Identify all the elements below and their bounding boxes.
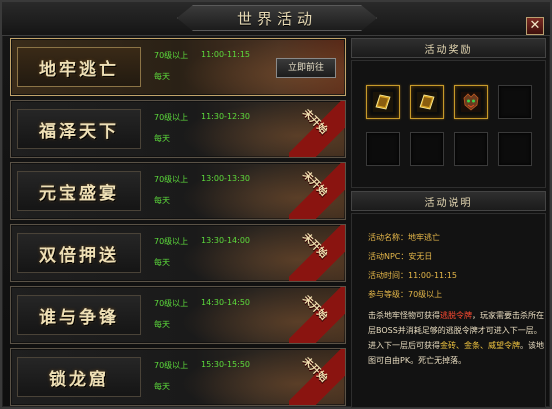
- highlighted-text: 逃脱令牌: [440, 311, 472, 320]
- description-panel: 活动名称：地牢逃亡 活动NPC：安无日 活动时间：11:00-11:15 参与等…: [351, 213, 546, 408]
- rewards-header: 活动奖励: [351, 38, 546, 58]
- reward-slot-filled[interactable]: [410, 85, 444, 119]
- reward-slot-empty: [410, 132, 444, 166]
- event-frequency: 每天: [154, 382, 170, 391]
- event-level: 70级以上: [154, 361, 189, 370]
- reward-slot-filled[interactable]: [366, 85, 400, 119]
- event-name: 福泽天下: [39, 121, 119, 142]
- event-name: 地牢逃亡: [39, 59, 119, 80]
- event-row[interactable]: 地牢逃亡 70级以上 11:00-11:15 每天 立即前往: [10, 38, 346, 96]
- info-name-line: 活动名称：地牢逃亡: [368, 232, 440, 243]
- event-level: 70级以上: [154, 175, 189, 184]
- event-name-plate: 元宝盛宴: [17, 171, 141, 211]
- event-name-plate: 锁龙窟: [17, 357, 141, 397]
- event-name: 元宝盛宴: [39, 183, 119, 204]
- event-name-plate: 福泽天下: [17, 109, 141, 149]
- event-name-plate: 双倍押送: [17, 233, 141, 273]
- event-row[interactable]: 元宝盛宴 70级以上 13:00-13:30 每天 未开始: [10, 162, 346, 220]
- reward-slot-empty: [454, 132, 488, 166]
- info-time-line: 活动时间：11:00-11:15: [368, 270, 457, 281]
- event-frequency: 每天: [154, 196, 170, 205]
- title-bar: 世界活动 ✕: [2, 2, 550, 36]
- event-frequency: 每天: [154, 320, 170, 329]
- event-name-plate: 谁与争锋: [17, 295, 141, 335]
- reward-slot-empty: [366, 132, 400, 166]
- reward-slot-empty: [498, 85, 532, 119]
- reward-slot-empty: [498, 132, 532, 166]
- reward-slots: [351, 60, 546, 188]
- window-title: 世界活动: [236, 9, 317, 28]
- right-panel: 活动奖励 活动说明 活动名称：地牢逃亡 活动NPC：安无日 活动时间：11:00…: [351, 38, 546, 408]
- event-name: 锁龙窟: [49, 369, 109, 390]
- event-level: 70级以上: [154, 51, 189, 60]
- description-text: 击杀地牢怪物可获得: [368, 311, 440, 320]
- event-name-plate: 地牢逃亡: [17, 47, 141, 87]
- description-header: 活动说明: [351, 191, 546, 211]
- event-level: 70级以上: [154, 237, 189, 246]
- event-row[interactable]: 双倍押送 70级以上 13:30-14:00 每天 未开始: [10, 224, 346, 282]
- event-time: 13:30-14:00: [201, 236, 250, 245]
- event-row[interactable]: 福泽天下 70级以上 11:30-12:30 每天 未开始: [10, 100, 346, 158]
- world-events-window: 世界活动 ✕ 地牢逃亡 70级以上 11:00-11:15 每天 立即前往福泽天下 70级…: [0, 0, 552, 409]
- event-name: 双倍押送: [39, 245, 119, 266]
- info-time-label: 活动时间：: [368, 271, 408, 280]
- info-description-text: 击杀地牢怪物可获得逃脱令牌，玩家需要击杀所在层BOSS并消耗足够的逃脱令牌才可进…: [368, 308, 544, 368]
- event-time: 15:30-15:50: [201, 360, 250, 369]
- info-npc-value: 安无日: [408, 252, 433, 261]
- event-time: 11:30-12:30: [201, 112, 250, 121]
- go-now-button[interactable]: 立即前往: [276, 58, 336, 78]
- event-time: 11:00-11:15: [201, 50, 250, 59]
- title-plate: 世界活动: [177, 5, 377, 31]
- event-level: 70级以上: [154, 299, 189, 308]
- event-row[interactable]: 锁龙窟 70级以上 15:30-15:50 每天 未开始: [10, 348, 346, 406]
- event-row[interactable]: 谁与争锋 70级以上 14:30-14:50 每天 未开始: [10, 286, 346, 344]
- info-level-label: 参与等级：: [368, 290, 408, 299]
- info-npc-label: 活动NPC：: [368, 252, 409, 261]
- event-frequency: 每天: [154, 72, 170, 81]
- event-list: 地牢逃亡 70级以上 11:00-11:15 每天 立即前往福泽天下 70级以上 11:30…: [10, 38, 346, 408]
- info-level-value: 70级以上: [408, 290, 443, 299]
- close-button[interactable]: ✕: [526, 17, 544, 35]
- info-time-value: 11:00-11:15: [408, 271, 457, 280]
- event-name: 谁与争锋: [39, 307, 119, 328]
- description-title: 活动说明: [424, 197, 473, 209]
- reward-slot-filled[interactable]: [454, 85, 488, 119]
- highlighted-text: 金砖、金条、威望令牌: [440, 341, 520, 350]
- info-name-label: 活动名称：: [368, 233, 408, 242]
- event-frequency: 每天: [154, 134, 170, 143]
- event-level: 70级以上: [154, 113, 189, 122]
- event-time: 13:00-13:30: [201, 174, 250, 183]
- rewards-title: 活动奖励: [424, 44, 473, 56]
- info-level-line: 参与等级：70级以上: [368, 289, 442, 300]
- event-frequency: 每天: [154, 258, 170, 267]
- info-name-value: 地牢逃亡: [408, 233, 440, 242]
- info-npc-line: 活动NPC：安无日: [368, 251, 432, 262]
- event-time: 14:30-14:50: [201, 298, 250, 307]
